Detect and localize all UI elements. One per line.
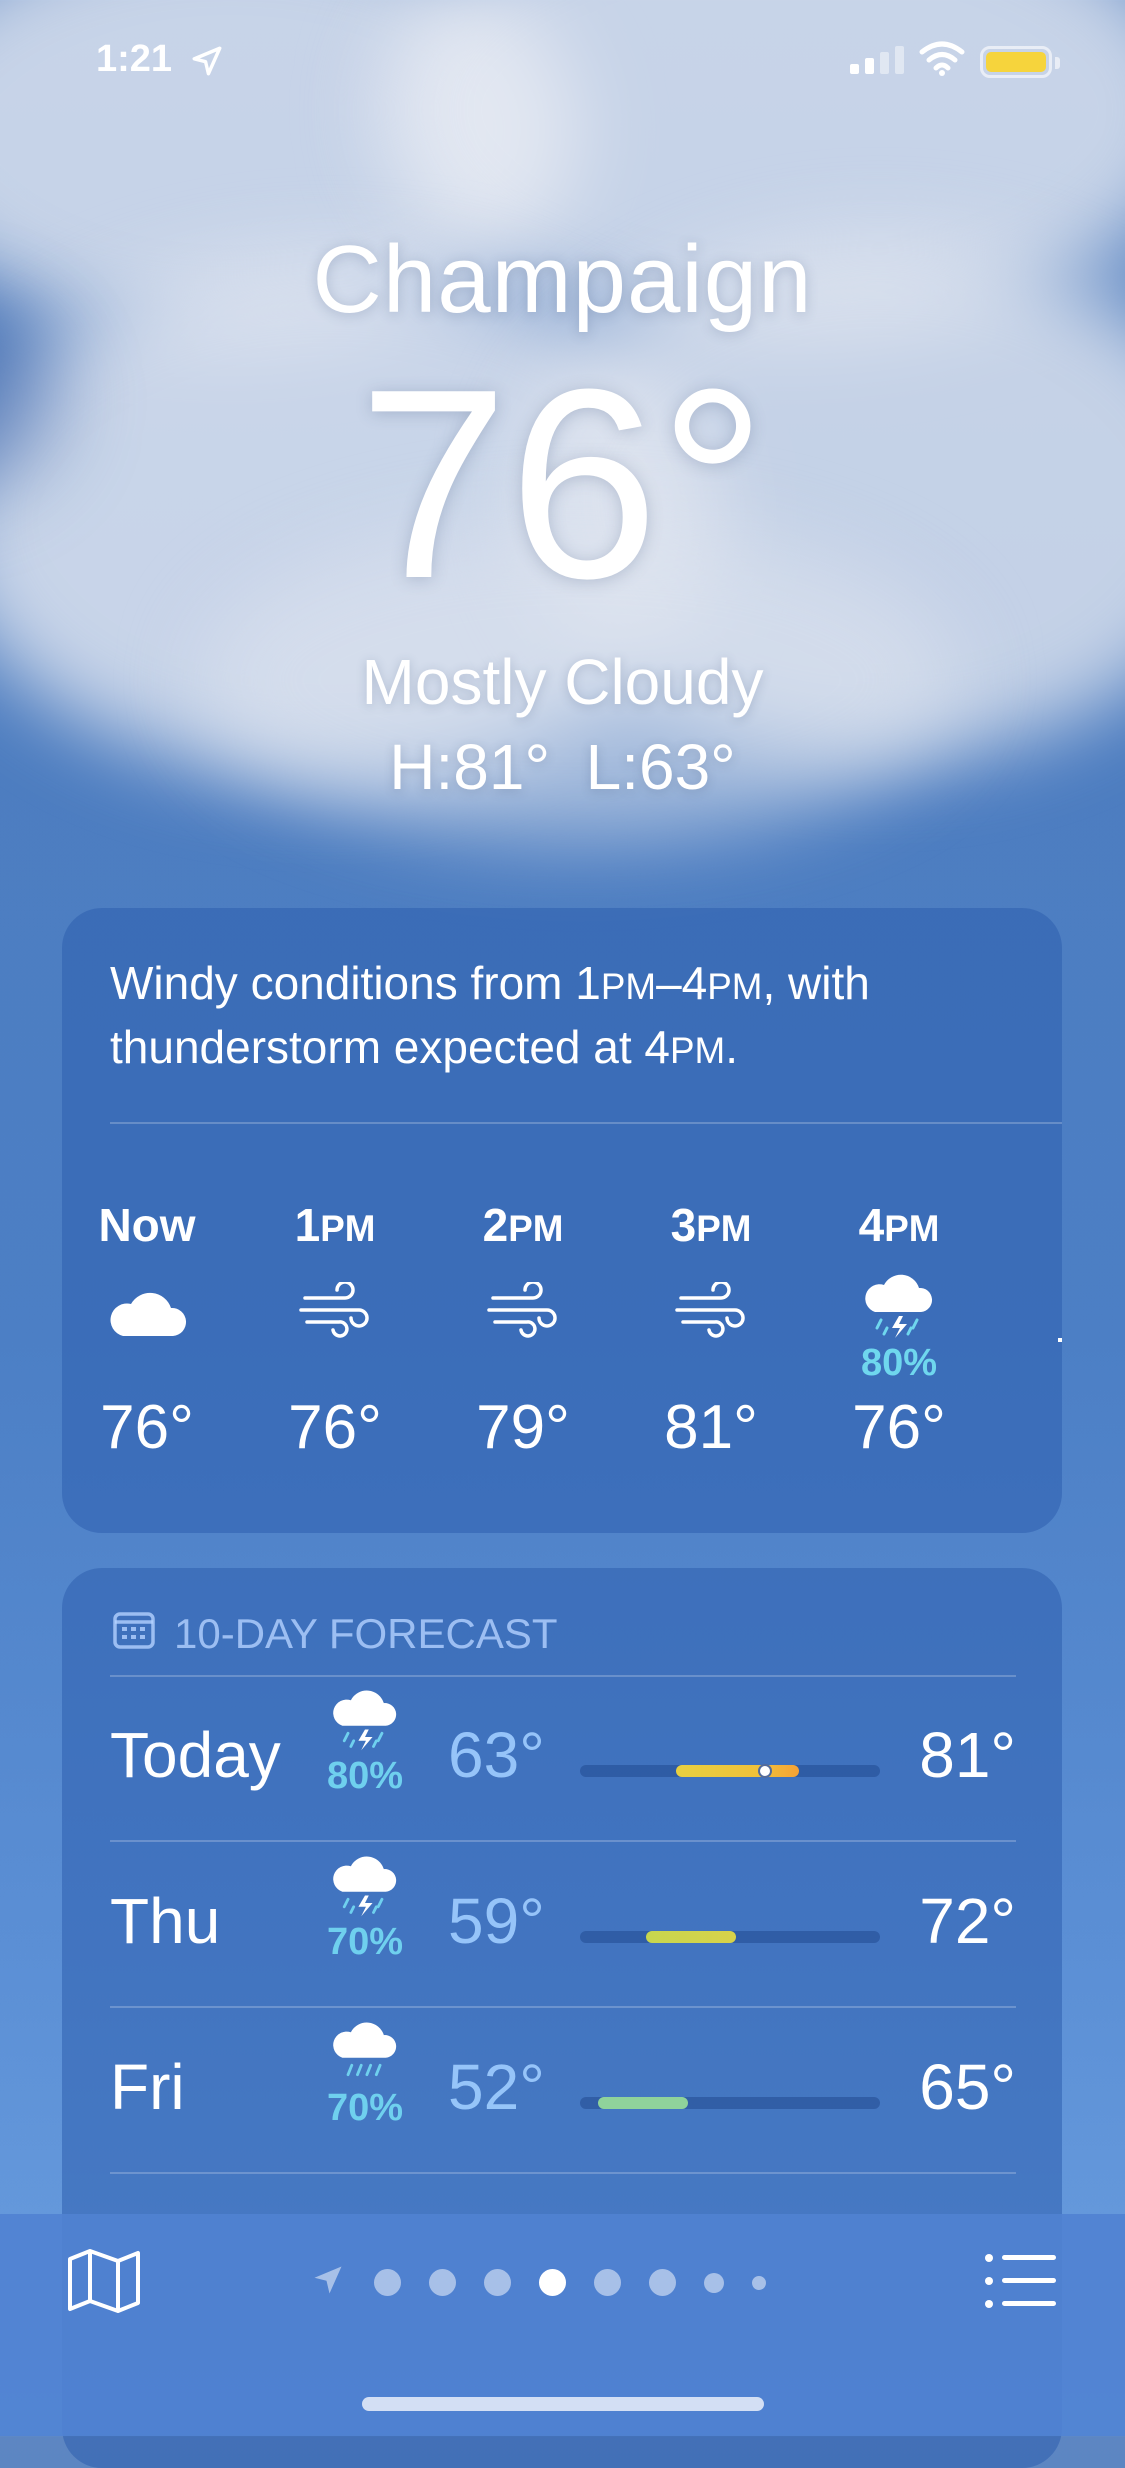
current-temperature: 76°	[358, 334, 767, 635]
current-temp-marker	[758, 1764, 772, 1778]
wind-icon	[631, 1280, 791, 1392]
temperature-range-bar	[580, 1931, 880, 1943]
row-divider	[110, 2172, 1016, 2174]
thunderstorm-icon: 70%	[315, 1854, 415, 1964]
hour-item[interactable]: 4PM 80% 76°	[819, 1198, 979, 1463]
card-divider	[110, 1675, 1016, 1677]
hour-item[interactable]: 1PM 76°	[255, 1198, 415, 1463]
wind-icon	[443, 1280, 603, 1392]
hourly-summary: Windy conditions from 1PM–4PM, with thun…	[110, 957, 870, 1073]
hourly-forecast-card[interactable]: Windy conditions from 1PM–4PM, with thun…	[62, 908, 1062, 1533]
range-fill	[646, 1931, 736, 1943]
map-icon[interactable]	[66, 2247, 142, 2320]
cellular-signal-icon	[850, 46, 904, 74]
thunderstorm-icon	[819, 1272, 979, 1342]
page-dot	[429, 2269, 456, 2296]
page-dot-active	[539, 2269, 566, 2296]
page-dot	[484, 2269, 511, 2296]
temperature-range-bar	[580, 1764, 880, 1778]
row-divider	[110, 2006, 1016, 2008]
day-label: Thu	[110, 1885, 221, 1957]
high-temp: 81°	[919, 1719, 1016, 1791]
battery-nub	[1055, 57, 1060, 69]
hour-item[interactable]: Now 76°	[67, 1198, 227, 1463]
location-arrow-icon	[190, 44, 224, 83]
hour-label: 1PM	[294, 1199, 376, 1251]
precipitation-chance: 80%	[860, 1342, 938, 1384]
card-divider	[110, 1122, 1062, 1124]
page-dot	[594, 2269, 621, 2296]
low-temp: 59°	[448, 1885, 545, 1957]
row-divider	[110, 1840, 1016, 1842]
low-temp: 52°	[448, 2051, 545, 2123]
hour-temperature: 76°	[288, 1393, 382, 1462]
hour-label: 3PM	[670, 1199, 752, 1251]
page-indicator[interactable]	[310, 2262, 766, 2303]
calendar-icon	[112, 1608, 156, 1660]
day-label: Fri	[110, 2051, 185, 2123]
high-low-text: H:81° L:63°	[389, 731, 736, 803]
page-dot	[374, 2269, 401, 2296]
cloud-icon	[67, 1282, 227, 1392]
forecast-row-today[interactable]: Today 80% 63° 81°	[110, 1678, 1016, 1843]
forecast-row-fri[interactable]: Fri 70% 52° 65°	[110, 2010, 1016, 2175]
hour-item[interactable]: 3PM 81°	[631, 1198, 791, 1463]
precipitation-chance: 80%	[326, 1755, 404, 1797]
condition-text: Mostly Cloudy	[361, 646, 764, 718]
range-fill	[598, 2097, 688, 2109]
battery-icon	[980, 46, 1052, 78]
hour-temperature: 79°	[476, 1393, 570, 1462]
page-dot	[704, 2272, 724, 2293]
hour-temperature: 76°	[100, 1393, 194, 1462]
hour-label: Now	[98, 1199, 196, 1251]
day-label: Today	[110, 1719, 281, 1791]
hour-item[interactable]: 2PM 79°	[443, 1198, 603, 1463]
hour-temperature: 81°	[664, 1393, 758, 1462]
hour-temperature: 76°	[852, 1393, 946, 1462]
forecast-header: 10-DAY FORECAST	[112, 1608, 558, 1660]
rain-icon: 70%	[315, 2020, 415, 2130]
range-fill	[676, 1765, 799, 1777]
home-indicator[interactable]	[362, 2397, 764, 2411]
wifi-icon	[918, 40, 966, 83]
low-temp: 63°	[448, 1719, 545, 1791]
precipitation-chance: 70%	[326, 1921, 404, 1963]
forecast-row-thu[interactable]: Thu 70% 59° 72°	[110, 1844, 1016, 2009]
wind-icon	[255, 1280, 415, 1392]
precipitation-chance: 70%	[326, 2087, 404, 2129]
current-location-icon	[310, 2262, 346, 2303]
scroll-peek	[1058, 1338, 1062, 1342]
hour-label: 4PM	[858, 1199, 940, 1251]
hour-label: 2PM	[482, 1199, 564, 1251]
high-temp: 65°	[919, 2051, 1016, 2123]
status-time: 1:21	[96, 38, 173, 80]
high-temp: 72°	[919, 1885, 1016, 1957]
page-dot	[752, 2275, 766, 2290]
page-dot	[649, 2269, 676, 2296]
thunderstorm-icon: 80%	[315, 1688, 415, 1798]
list-icon[interactable]	[984, 2252, 1056, 2315]
city-name: Champaign	[312, 226, 813, 333]
temperature-range-bar	[580, 2097, 880, 2109]
